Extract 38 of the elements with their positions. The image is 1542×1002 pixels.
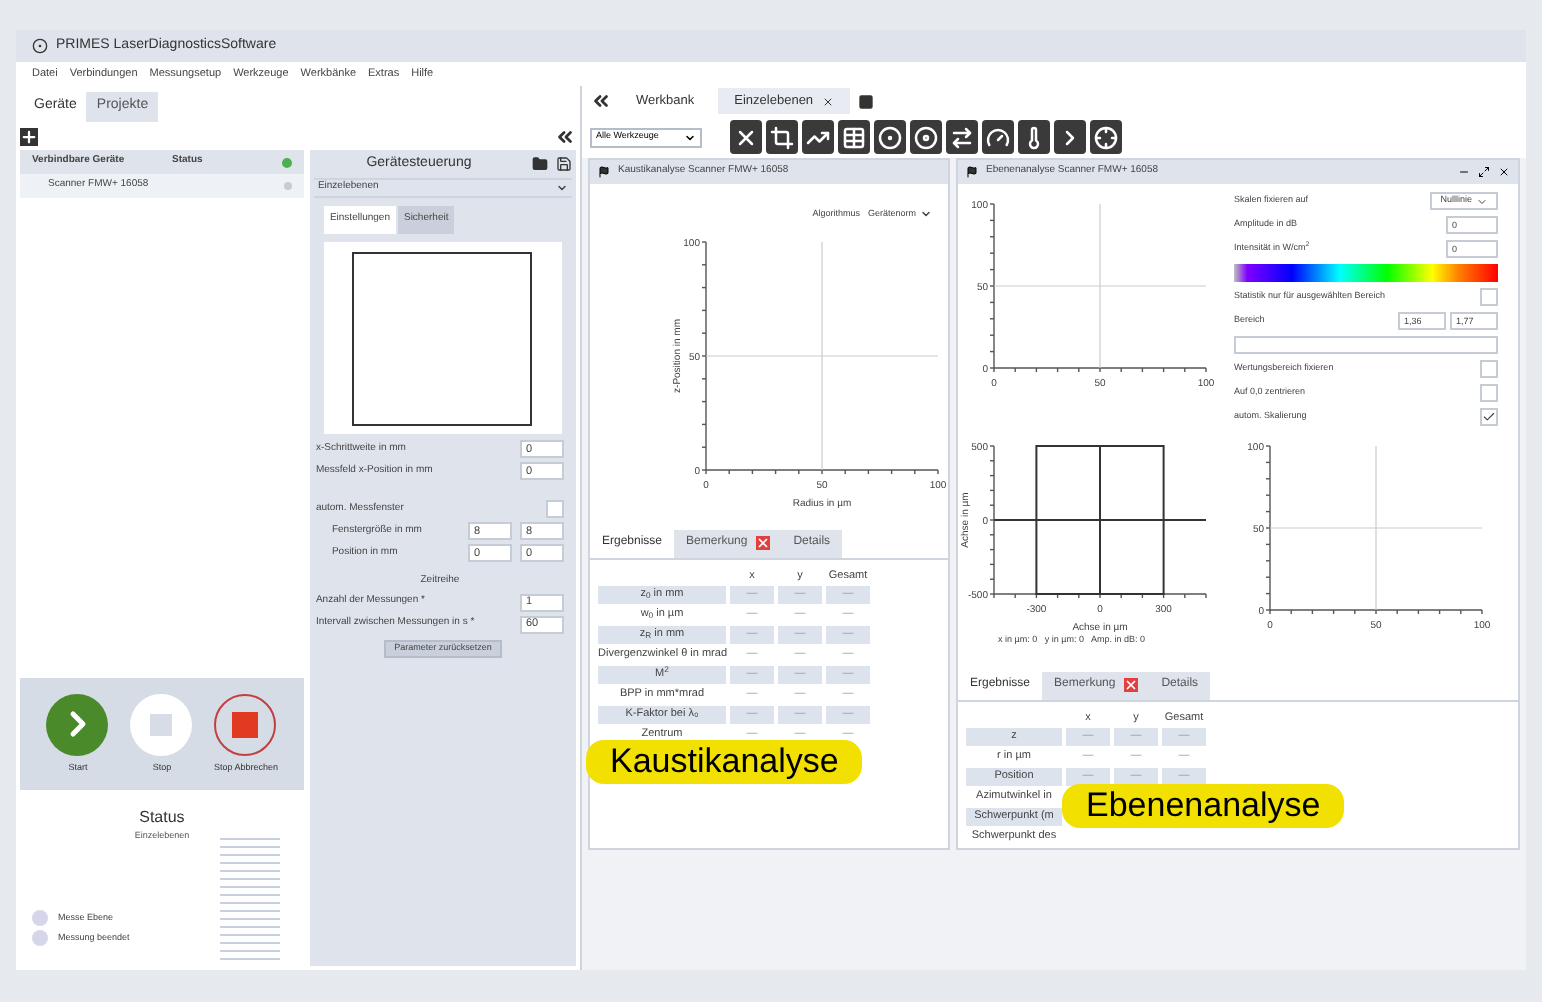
new-tab-icon[interactable]	[857, 93, 874, 109]
table-icon[interactable]	[838, 120, 870, 154]
save-icon[interactable]	[556, 156, 572, 172]
abort-icon	[214, 693, 277, 756]
caption-label: Kaustikanalyse	[586, 740, 863, 784]
caret-icon	[684, 131, 696, 143]
close-icon[interactable]	[821, 95, 834, 107]
circle-dot-icon[interactable]	[874, 120, 906, 154]
crop-icon[interactable]	[766, 120, 798, 154]
folder-icon[interactable]	[532, 156, 548, 172]
checkbox[interactable]	[1480, 360, 1498, 378]
play-icon	[46, 693, 109, 756]
close-icon[interactable]	[1498, 166, 1510, 178]
caption-label: Ebenenanalyse	[1062, 784, 1345, 828]
collapse-icon[interactable]	[554, 125, 576, 147]
flag-icon	[598, 166, 610, 178]
collapse-icon[interactable]	[590, 90, 612, 112]
caret-icon	[920, 208, 932, 221]
thermometer-icon[interactable]	[1018, 120, 1050, 154]
status-title: Status	[139, 806, 185, 830]
crosshair-icon[interactable]	[1090, 120, 1122, 154]
checkbox[interactable]	[1480, 408, 1498, 426]
caret-icon	[556, 182, 568, 194]
checkbox[interactable]	[1480, 288, 1498, 306]
add-icon[interactable]	[20, 127, 38, 145]
checkbox[interactable]	[1480, 384, 1498, 402]
gauge-icon[interactable]	[982, 120, 1014, 154]
minimize-icon[interactable]	[1458, 166, 1470, 178]
trend-icon[interactable]	[802, 120, 834, 154]
flag-icon	[966, 166, 978, 178]
app-logo-icon	[32, 38, 48, 54]
stop-icon	[130, 693, 193, 756]
range-field[interactable]	[1234, 336, 1498, 354]
checkbox[interactable]	[546, 500, 564, 518]
x-icon[interactable]	[730, 120, 762, 154]
caret-icon	[1476, 195, 1488, 207]
arrows-icon[interactable]	[946, 120, 978, 154]
disc-icon[interactable]	[910, 120, 942, 154]
